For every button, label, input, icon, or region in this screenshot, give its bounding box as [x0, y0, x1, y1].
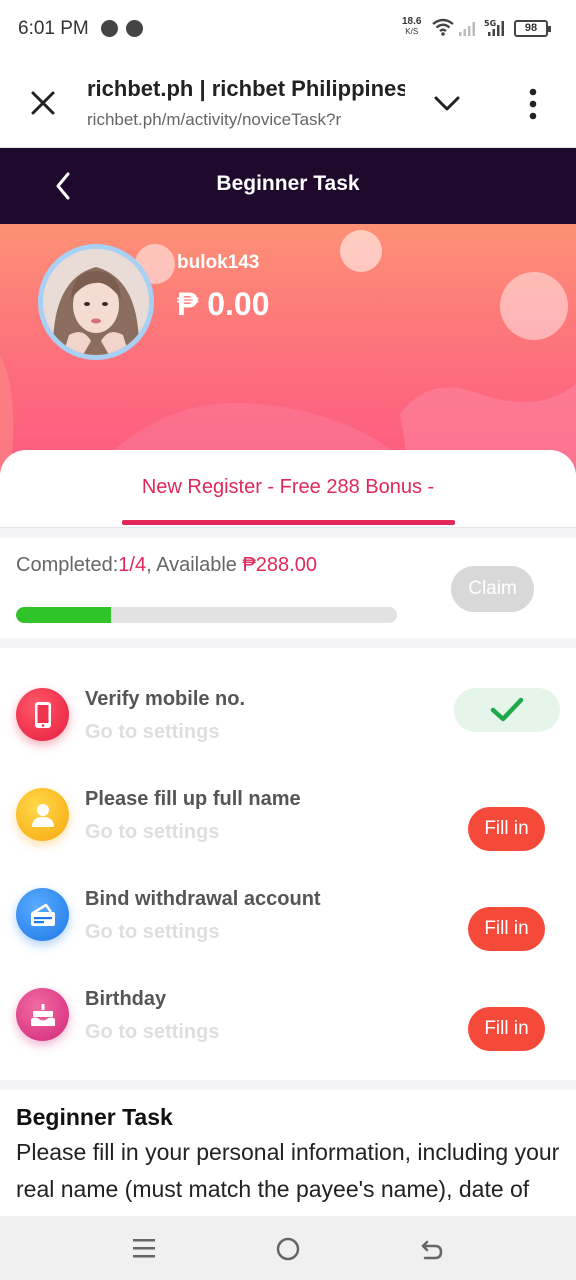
wifi-icon — [432, 18, 454, 36]
battery-icon: 98 — [514, 20, 551, 37]
back-icon[interactable] — [419, 1236, 445, 1262]
signal-sim1-icon — [459, 22, 475, 36]
claim-button[interactable]: Claim — [451, 566, 534, 612]
profile-banner: bulok143 ₱ 0.00 — [0, 224, 576, 474]
tab-new-register[interactable]: New Register - Free 288 Bonus - — [0, 476, 576, 499]
tab-bar: New Register - Free 288 Bonus - — [0, 450, 576, 528]
task-withdrawal-account: Bind withdrawal account Go to settings F… — [0, 888, 576, 988]
go-to-settings-link[interactable]: Go to settings — [85, 921, 219, 944]
available-label: , Available — [146, 554, 243, 576]
more-options-icon[interactable] — [520, 84, 546, 124]
fill-in-button[interactable]: Fill in — [468, 1007, 545, 1051]
description-title: Beginner Task — [16, 1104, 173, 1130]
description-text: Please fill in your personal information… — [16, 1139, 560, 1216]
progress-bar-fill — [16, 607, 112, 623]
fill-in-button[interactable]: Fill in — [468, 907, 545, 951]
task-birthday: Birthday Go to settings Fill in — [0, 988, 576, 1088]
go-to-settings-link[interactable]: Go to settings — [85, 721, 219, 744]
card-icon — [16, 888, 69, 941]
status-bar: 6:01 PM 18.6 K/S 5G 98 — [0, 0, 576, 58]
task-name: Verify mobile no. — [85, 688, 246, 710]
network-speed-value: 18.6 — [402, 16, 422, 27]
page-title: Beginner Task — [216, 172, 360, 195]
description-section: Beginner Task Please fill in your person… — [0, 1090, 576, 1216]
network-speed: 18.6 K/S — [402, 17, 421, 37]
user-icon — [16, 788, 69, 841]
go-to-settings-link[interactable]: Go to settings — [85, 821, 219, 844]
completed-check-badge — [454, 688, 560, 732]
notification-dot-icon — [126, 20, 143, 37]
home-icon[interactable] — [275, 1236, 301, 1262]
completed-value: 1/4 — [118, 554, 147, 576]
completed-label: Completed: — [16, 554, 119, 576]
browser-url[interactable]: richbet.ph/m/activity/noviceTask?r — [87, 110, 399, 130]
browser-page-title: richbet.ph | richbet Philippines — [87, 76, 405, 101]
avatar-image — [43, 249, 149, 355]
username: bulok143 — [177, 252, 260, 273]
battery-level: 98 — [524, 22, 538, 34]
task-verify-mobile: Verify mobile no. Go to settings — [0, 688, 576, 788]
progress-section: Completed:1/4, Available ₱288.00 Claim — [0, 538, 576, 638]
available-value: ₱288.00 — [242, 554, 317, 576]
task-full-name: Please fill up full name Go to settings … — [0, 788, 576, 888]
progress-bar — [16, 607, 397, 623]
network-type-label: 5G — [484, 19, 496, 28]
network-speed-unit: K/S — [405, 27, 419, 36]
close-icon[interactable] — [24, 84, 62, 122]
task-name: Bind withdrawal account — [85, 888, 321, 910]
browser-toolbar: richbet.ph | richbet Philippines richbet… — [0, 58, 576, 148]
task-name: Please fill up full name — [85, 788, 301, 810]
check-icon — [490, 697, 524, 722]
phone-icon — [16, 688, 69, 741]
message-notification-icon — [101, 20, 118, 37]
tab-active-indicator — [122, 520, 455, 525]
avatar[interactable] — [43, 249, 149, 355]
signal-5g-icon: 5G — [484, 19, 504, 36]
page-header: Beginner Task — [0, 148, 576, 224]
section-divider — [0, 638, 576, 648]
chevron-down-icon[interactable] — [430, 88, 464, 118]
task-name: Birthday — [85, 988, 167, 1010]
avatar-ring — [38, 244, 154, 360]
menu-icon[interactable] — [131, 1236, 157, 1260]
section-divider — [0, 528, 576, 538]
progress-summary: Completed:1/4, Available ₱288.00 — [16, 554, 317, 577]
status-time: 6:01 PM — [18, 18, 89, 39]
cake-icon — [16, 988, 69, 1041]
balance: ₱ 0.00 — [177, 286, 270, 322]
go-to-settings-link[interactable]: Go to settings — [85, 1021, 219, 1044]
section-divider — [0, 1080, 576, 1090]
fill-in-button[interactable]: Fill in — [468, 807, 545, 851]
system-navigation-bar — [0, 1216, 576, 1280]
